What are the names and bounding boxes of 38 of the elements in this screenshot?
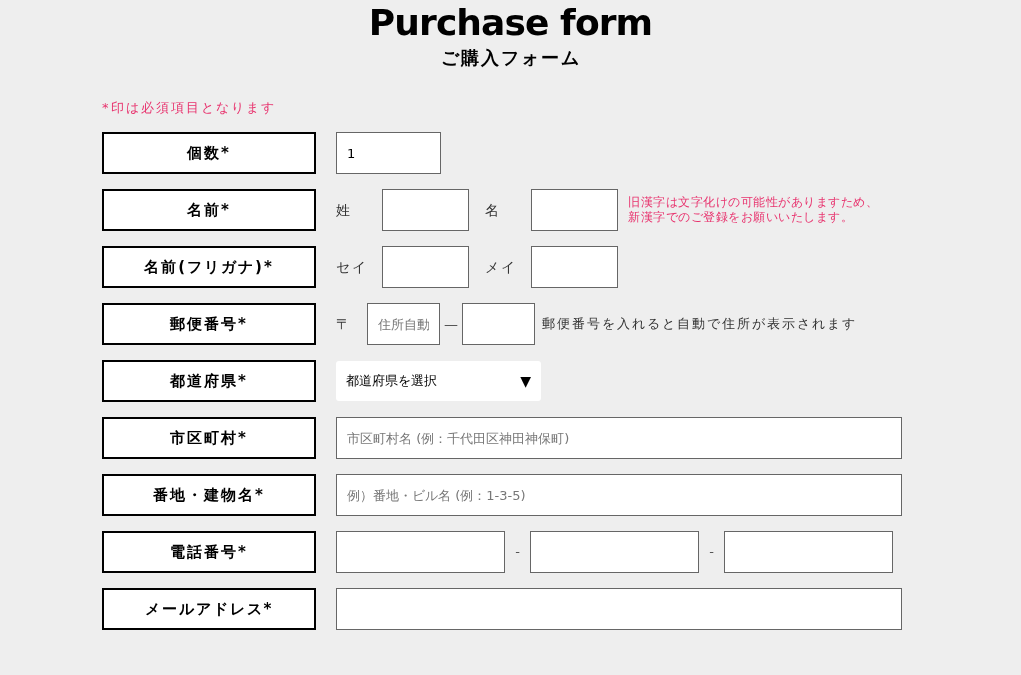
row-label: 名前*: [102, 189, 316, 231]
form-subtitle: ご購入フォーム: [440, 46, 581, 70]
dropdown-arrow-icon: ▼: [520, 370, 531, 392]
field-label: セイ: [336, 257, 369, 277]
input-field[interactable]: 1: [336, 132, 441, 174]
field-label: 名: [485, 200, 502, 220]
input-field[interactable]: [724, 531, 893, 573]
input-field[interactable]: [336, 531, 505, 573]
input-field[interactable]: [382, 246, 469, 288]
row-label: 都道府県*: [102, 360, 316, 402]
input-field[interactable]: [336, 588, 902, 630]
input-field[interactable]: 市区町村名 (例：千代田区神田神保町): [336, 417, 902, 459]
row-label: メールアドレス*: [102, 588, 316, 630]
input-field[interactable]: 住所自動: [367, 303, 440, 345]
field-label: 姓: [336, 200, 353, 220]
row-label: 市区町村*: [102, 417, 316, 459]
postal-hint: 郵便番号を入れると自動で住所が表示されます: [542, 315, 857, 334]
input-field[interactable]: [530, 531, 699, 573]
row-label: 電話番号*: [102, 531, 316, 573]
input-field[interactable]: [531, 246, 618, 288]
form-title: Purchase form: [368, 2, 653, 44]
input-field[interactable]: [462, 303, 535, 345]
input-field[interactable]: [531, 189, 618, 231]
row-label: 名前(フリガナ)*: [102, 246, 316, 288]
field-label: 〒: [336, 314, 353, 334]
row-label: 番地・建物名*: [102, 474, 316, 516]
name-note: 新漢字でのご登録をお願いいたします。: [628, 210, 854, 225]
name-note: 旧漢字は文字化けの可能性がありますため、: [628, 195, 878, 210]
field-label: メイ: [485, 257, 518, 277]
input-field[interactable]: 例）番地・ビル名 (例：1-3-5): [336, 474, 902, 516]
input-field[interactable]: [382, 189, 469, 231]
row-label: 個数*: [102, 132, 316, 174]
separator: -: [708, 543, 715, 562]
prefecture-select[interactable]: 都道府県を選択 ▼: [336, 361, 541, 401]
required-note: *印は必須項目となります: [102, 100, 277, 116]
separator: —: [444, 314, 458, 334]
row-label: 郵便番号*: [102, 303, 316, 345]
separator: -: [514, 543, 521, 562]
